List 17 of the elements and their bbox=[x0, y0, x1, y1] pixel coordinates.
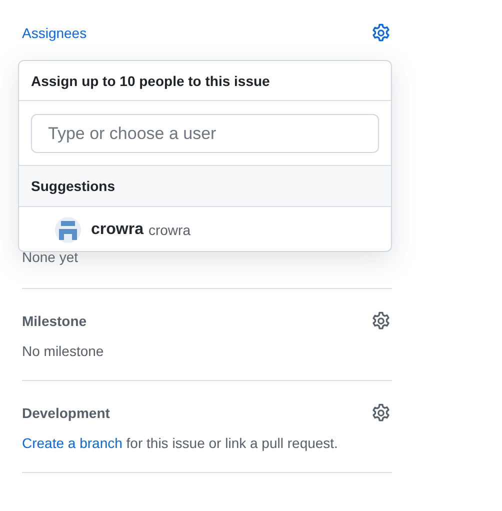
suggestions-header: Suggestions bbox=[19, 166, 391, 207]
section-text: Create a branch for this issue or link a pull request. bbox=[22, 435, 339, 451]
settings-icon[interactable] bbox=[371, 403, 391, 423]
section-text: No milestone bbox=[22, 343, 105, 359]
search-field[interactable]: Type or choose a user bbox=[31, 114, 379, 153]
popup-title: Assign up to 10 people to this issue bbox=[19, 61, 391, 101]
assignee-value: None yet bbox=[22, 249, 80, 265]
user-login: crowra bbox=[148, 222, 190, 238]
section-title[interactable]: Assignees bbox=[22, 25, 87, 41]
settings-icon[interactable] bbox=[371, 23, 391, 43]
avatar-icon bbox=[55, 216, 81, 242]
section-title: Milestone bbox=[22, 313, 87, 329]
user-name: crowra bbox=[91, 220, 144, 238]
section-title: Development bbox=[22, 405, 110, 421]
create-branch-link[interactable]: Create a branch bbox=[22, 435, 122, 451]
user-item[interactable]: crowra crowra bbox=[19, 207, 391, 251]
settings-icon[interactable] bbox=[371, 311, 391, 331]
